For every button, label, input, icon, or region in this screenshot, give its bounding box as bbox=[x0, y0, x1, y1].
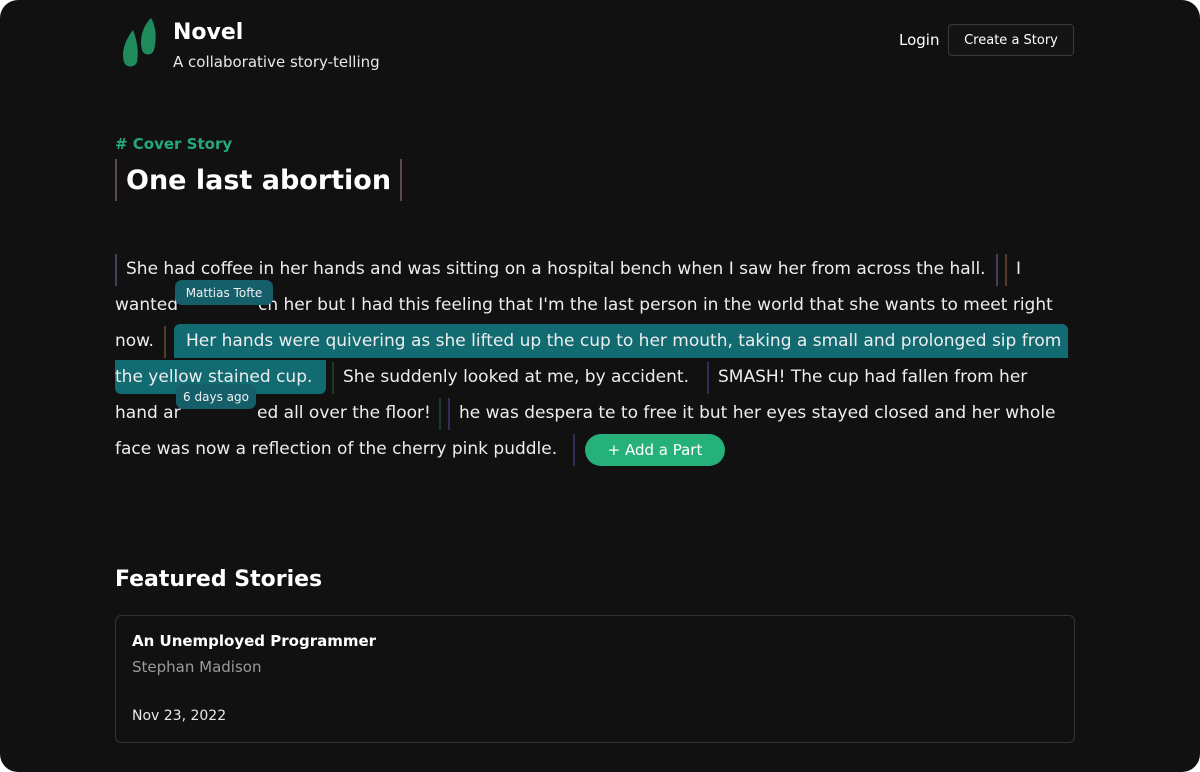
story-title-block: One last abortion bbox=[115, 159, 403, 201]
story-part[interactable]: SMASH! The cup had fallen from her bbox=[718, 360, 1027, 394]
part-divider bbox=[1005, 254, 1007, 286]
story-part[interactable]: ed all over the floor! bbox=[257, 396, 431, 430]
featured-heading: Featured Stories bbox=[115, 567, 323, 592]
create-story-button[interactable]: Create a Story bbox=[948, 24, 1074, 56]
story-line: the yellow stained cup. She suddenly loo… bbox=[115, 360, 1075, 396]
story-part[interactable]: hand ar bbox=[115, 396, 181, 430]
part-divider bbox=[439, 398, 441, 430]
story-part[interactable]: She suddenly looked at me, by accident. bbox=[343, 360, 689, 394]
part-divider bbox=[996, 254, 998, 286]
brand-tagline: A collaborative story-telling bbox=[173, 53, 380, 71]
story-part[interactable]: face was now a reflection of the cherry … bbox=[115, 432, 557, 466]
add-part-button[interactable]: + Add a Part bbox=[585, 434, 725, 466]
card-date: Nov 23, 2022 bbox=[132, 708, 227, 724]
story-line: wanted ch her but I had this feeling tha… bbox=[115, 280, 1075, 324]
story-part-highlighted[interactable]: Her hands were quivering as she lifted u… bbox=[174, 324, 1068, 358]
brand-name[interactable]: Novel bbox=[173, 20, 243, 45]
login-link[interactable]: Login bbox=[899, 31, 939, 49]
story-line: now. Her hands were quivering as she lif… bbox=[115, 324, 1075, 360]
part-divider bbox=[448, 398, 450, 430]
story-line: hand ar ed all over the floor! 6 days ag… bbox=[115, 384, 1075, 432]
part-divider bbox=[332, 362, 334, 394]
story-part[interactable]: ch her but I had this feeling that I'm t… bbox=[258, 288, 1053, 322]
timestamp-tooltip: 6 days ago bbox=[176, 384, 256, 409]
leaf-logo-icon[interactable] bbox=[121, 18, 161, 70]
part-divider bbox=[115, 254, 117, 286]
card-author: Stephan Madison bbox=[132, 658, 262, 676]
story-card[interactable]: An Unemployed Programmer Stephan Madison… bbox=[115, 615, 1075, 743]
card-title: An Unemployed Programmer bbox=[132, 632, 377, 650]
story-part[interactable]: I bbox=[1016, 252, 1021, 286]
story-part[interactable]: now. bbox=[115, 324, 154, 358]
story-part[interactable]: he was despera te to free it but her eye… bbox=[459, 396, 1056, 430]
part-divider bbox=[164, 326, 166, 358]
story-part[interactable]: wanted bbox=[115, 288, 178, 322]
story-body: She had coffee in her hands and was sitt… bbox=[115, 252, 1075, 468]
story-title: One last abortion bbox=[126, 164, 392, 196]
author-tooltip: Mattias Tofte bbox=[175, 280, 273, 305]
part-divider bbox=[707, 362, 709, 394]
story-line: face was now a reflection of the cherry … bbox=[115, 432, 1075, 468]
story-tag[interactable]: # Cover Story bbox=[115, 135, 232, 153]
app-frame: Novel A collaborative story-telling Logi… bbox=[0, 0, 1200, 772]
part-divider bbox=[573, 434, 575, 466]
